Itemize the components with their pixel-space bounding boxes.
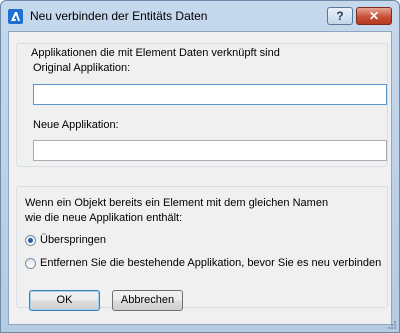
radio-button-selected[interactable] [25,235,36,246]
description-line-1: Wenn ein Objekt bereits ein Element mit … [25,197,329,209]
resize-grip-icon[interactable] [387,320,397,330]
original-application-field[interactable] [33,84,387,105]
dialog-window: Neu verbinden der Entitäts Daten ? ✕ App… [0,0,400,333]
window-title: Neu verbinden der Entitäts Daten [30,9,208,23]
conflict-description: Wenn ein Objekt bereits ein Element mit … [25,196,328,226]
new-application-field[interactable] [33,140,387,161]
linked-applications-group: Applikationen die mit Element Daten verk… [16,43,388,167]
radio-label-skip: Überspringen [40,234,107,246]
app-logo-icon [8,9,23,24]
group-legend: Applikationen die mit Element Daten verk… [28,47,283,59]
help-button[interactable]: ? [327,7,353,25]
original-application-input[interactable] [34,85,386,104]
close-button[interactable]: ✕ [356,7,392,25]
dialog-body: Applikationen die mit Element Daten verk… [8,31,392,325]
new-application-label: Neue Applikation: [33,119,119,131]
description-line-2: wie die neue Applikation enthält: [25,212,183,224]
original-application-label: Original Applikation: [33,62,131,74]
cancel-button[interactable]: Abbrechen [112,290,183,311]
radio-label-remove: Entfernen Sie die bestehende Applikation… [40,257,382,269]
radio-button[interactable] [25,258,36,269]
ok-button[interactable]: OK [29,290,100,311]
new-application-input[interactable] [34,141,386,160]
title-bar[interactable]: Neu verbinden der Entitäts Daten ? ✕ [1,1,399,31]
radio-dot [28,238,33,243]
